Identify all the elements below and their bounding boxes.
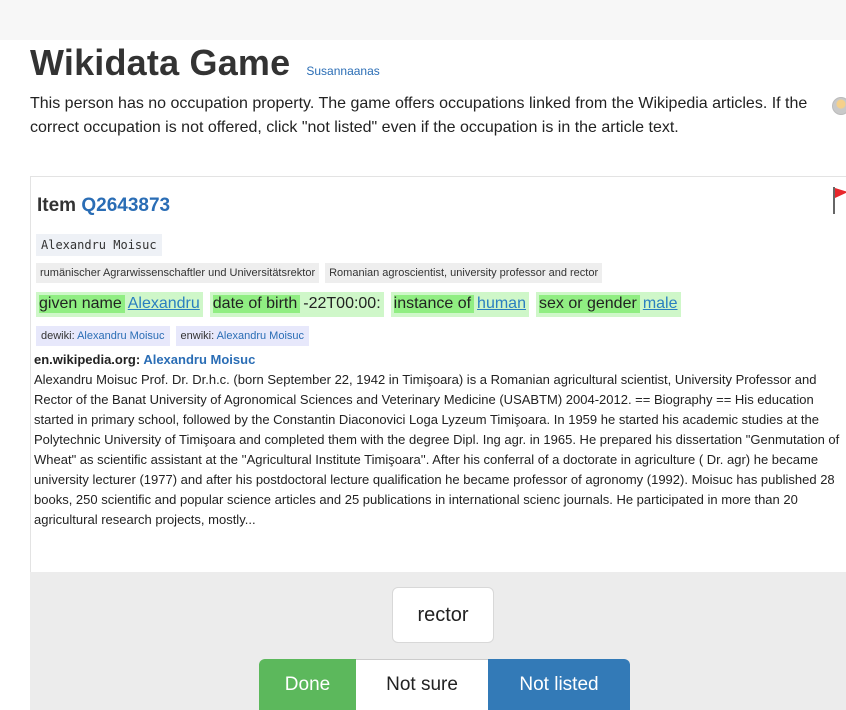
game-instructions: This person has no occupation property. …	[30, 95, 808, 136]
flag-icon[interactable]	[831, 185, 846, 215]
page-title: Wikidata Game	[30, 42, 291, 83]
descriptions: rumänischer Agrarwissenschaftler und Uni…	[36, 263, 603, 283]
item-qid-link[interactable]: Q2643873	[81, 195, 170, 216]
sitelink-title-link[interactable]: Alexandru Moisuc	[217, 330, 304, 342]
wikipedia-heading: en.wikipedia.org: Alexandru Moisuc	[34, 352, 255, 367]
claim-instance-of: instance of human	[390, 292, 529, 317]
claim-property: sex or gender	[538, 295, 640, 313]
claim-property: instance of	[393, 295, 475, 313]
wikipedia-source: en.wikipedia.org:	[34, 352, 141, 367]
description-en: Romanian agroscientist, university profe…	[325, 263, 603, 283]
wikipedia-article-link[interactable]: Alexandru Moisuc	[143, 352, 255, 367]
page: Wikidata Game Susannaanas This person ha…	[0, 0, 846, 710]
claim-property: date of birth	[212, 295, 301, 313]
claim-date-of-birth: date of birth -22T00:00:	[209, 292, 384, 317]
description-de: rumänischer Agrarwissenschaftler und Uni…	[36, 263, 320, 283]
top-band	[0, 0, 846, 40]
sitelink-title-link[interactable]: Alexandru Moisuc	[77, 330, 164, 342]
sitelink-dewiki: dewiki: Alexandru Moisuc	[36, 326, 170, 346]
claim-property: given name	[39, 295, 125, 313]
claim-sex-or-gender: sex or gender male	[535, 292, 681, 317]
occupation-choice-button[interactable]: rector	[392, 587, 494, 643]
not-listed-button[interactable]: Not listed	[488, 659, 630, 710]
claim-value: -22T00:00:	[303, 295, 381, 312]
claim-given-name: given name Alexandru	[36, 292, 203, 317]
item-card: Item Q2643873 Alexandru Moisuc rumänisch…	[30, 176, 846, 574]
claim-value-link[interactable]: male	[640, 295, 681, 313]
claim-value-link[interactable]: human	[474, 295, 529, 313]
sitelinks: dewiki: Alexandru Moisuc enwiki: Alexand…	[36, 326, 310, 346]
claim-value-link[interactable]: Alexandru	[125, 295, 203, 313]
user-avatar-icon[interactable]	[832, 97, 846, 115]
item-heading: Item Q2643873	[37, 195, 170, 217]
done-button[interactable]: Done	[259, 659, 356, 710]
claims-row: given name Alexandru date of birth -22T0…	[36, 292, 681, 317]
wikipedia-extract: Alexandru Moisuc Prof. Dr. Dr.h.c. (born…	[34, 372, 840, 527]
sitelink-enwiki: enwiki: Alexandru Moisuc	[175, 326, 310, 346]
not-sure-button[interactable]: Not sure	[356, 659, 488, 710]
item-label: Alexandru Moisuc	[36, 234, 162, 256]
header: Wikidata Game Susannaanas	[30, 42, 380, 84]
item-heading-prefix: Item	[37, 195, 77, 216]
user-link[interactable]: Susannaanas	[306, 64, 379, 78]
sitelink-wiki: dewiki:	[41, 330, 75, 342]
sitelink-wiki: enwiki:	[180, 330, 215, 342]
